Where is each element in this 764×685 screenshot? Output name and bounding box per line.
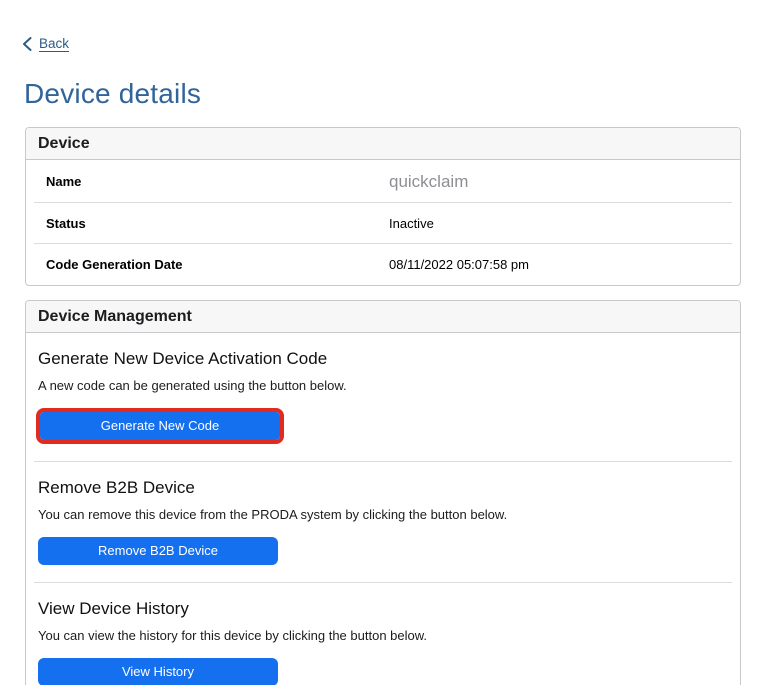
generate-code-section: Generate New Device Activation Code A ne… bbox=[26, 333, 740, 462]
back-row: Back bbox=[22, 36, 69, 51]
device-management-card: Device Management Generate New Device Ac… bbox=[25, 300, 741, 685]
generate-code-heading: Generate New Device Activation Code bbox=[38, 349, 328, 368]
device-details-page: Back Device details Device Name quickcla… bbox=[0, 0, 764, 685]
view-history-button[interactable]: View History bbox=[38, 658, 278, 685]
code-generation-date-label: Code Generation Date bbox=[46, 257, 183, 272]
generate-new-code-button[interactable]: Generate New Code bbox=[40, 412, 280, 440]
back-link[interactable]: Back bbox=[22, 36, 69, 51]
code-generation-date-row: Code Generation Date 08/11/2022 05:07:58… bbox=[26, 244, 740, 285]
device-name-row: Name quickclaim bbox=[26, 160, 740, 203]
remove-device-section: Remove B2B Device You can remove this de… bbox=[26, 462, 740, 583]
remove-device-heading: Remove B2B Device bbox=[38, 478, 195, 497]
code-generation-date-value: 08/11/2022 05:07:58 pm bbox=[389, 257, 529, 272]
device-card: Device Name quickclaim Status Inactive C… bbox=[25, 127, 741, 286]
view-history-description: You can view the history for this device… bbox=[38, 628, 428, 643]
device-status-row: Status Inactive bbox=[26, 203, 740, 244]
device-name-label: Name bbox=[46, 174, 82, 189]
generate-code-description: A new code can be generated using the bu… bbox=[38, 378, 347, 393]
device-name-value: quickclaim bbox=[389, 171, 469, 191]
annotation-highlight-box: Generate New Code bbox=[36, 408, 284, 444]
page-title: Device details bbox=[24, 78, 202, 109]
device-status-label: Status bbox=[46, 216, 86, 231]
view-history-heading: View Device History bbox=[38, 599, 189, 618]
view-history-section: View Device History You can view the his… bbox=[26, 583, 740, 685]
back-link-label[interactable]: Back bbox=[39, 36, 69, 51]
device-status-value: Inactive bbox=[389, 216, 434, 231]
device-card-header: Device bbox=[26, 128, 740, 160]
remove-device-description: You can remove this device from the PROD… bbox=[38, 507, 508, 522]
remove-b2b-device-button[interactable]: Remove B2B Device bbox=[38, 537, 278, 565]
device-management-card-header: Device Management bbox=[26, 301, 740, 333]
chevron-left-icon bbox=[22, 36, 32, 51]
